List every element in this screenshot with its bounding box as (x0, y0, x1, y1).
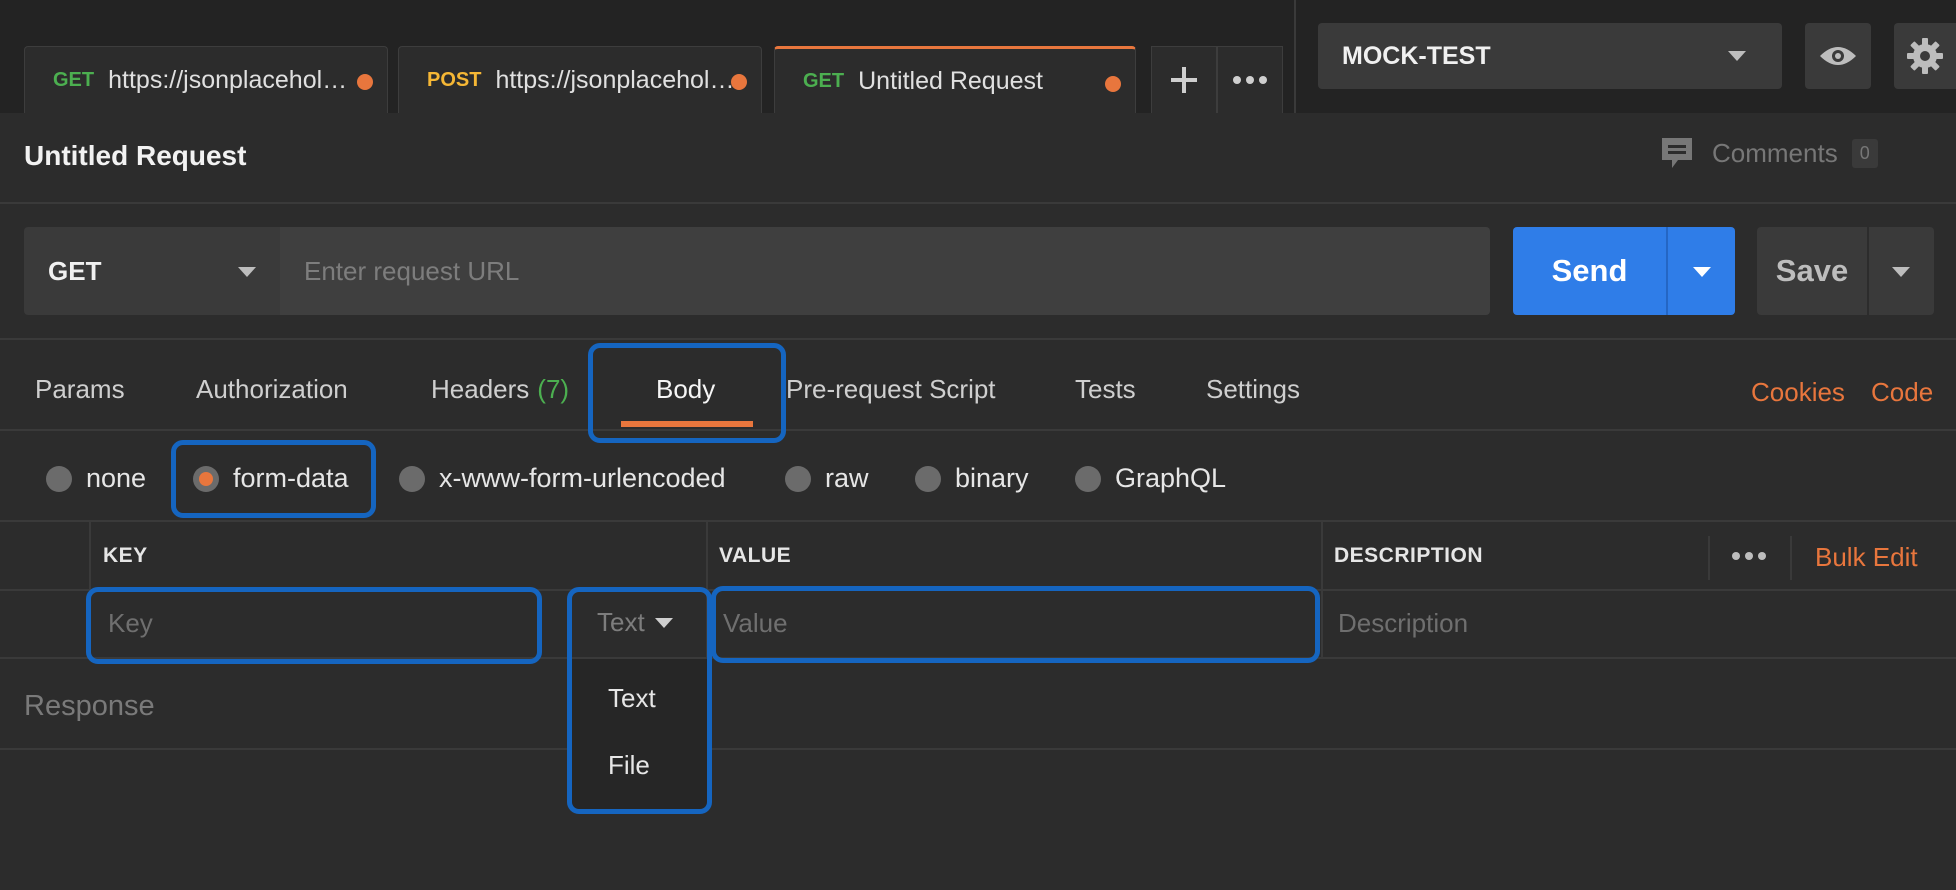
save-button[interactable]: Save (1757, 227, 1934, 315)
comments-label: Comments (1712, 137, 1838, 168)
dropdown-option-file[interactable]: File (608, 750, 650, 781)
column-divider (1708, 536, 1710, 580)
plus-icon (1171, 67, 1197, 93)
bulk-edit-link[interactable]: Bulk Edit (1815, 542, 1918, 573)
divider (0, 657, 1956, 659)
more-horizontal-icon (1732, 552, 1766, 560)
request-tab-3-active[interactable]: GET Untitled Request (774, 46, 1136, 113)
radio-graphql[interactable]: GraphQL (1075, 463, 1226, 494)
radio-label: none (86, 463, 147, 493)
unsaved-dot-icon (1105, 76, 1121, 92)
column-header-description: DESCRIPTION (1334, 544, 1484, 567)
radio-circle[interactable] (785, 465, 811, 492)
radio-circle[interactable] (915, 465, 941, 492)
tab-settings[interactable]: Settings (1206, 374, 1300, 405)
radio-label: GraphQL (1115, 463, 1227, 493)
divider (0, 338, 1956, 340)
tab-options-button[interactable] (1217, 46, 1283, 113)
radio-none[interactable]: none (46, 463, 146, 494)
tab-method: POST (427, 68, 482, 91)
url-input[interactable] (280, 227, 1490, 315)
divider (1666, 227, 1668, 315)
tab-tests[interactable]: Tests (1075, 374, 1136, 405)
code-link[interactable]: Code (1871, 377, 1933, 408)
send-button[interactable]: Send (1513, 227, 1735, 315)
active-tab-indicator (621, 421, 753, 427)
key-type-selected-label: Text (597, 607, 645, 637)
headers-count: (7) (537, 374, 570, 404)
radio-label: form-data (233, 463, 349, 493)
key-input[interactable] (108, 603, 528, 643)
description-input[interactable] (1338, 603, 1898, 643)
tab-authorization[interactable]: Authorization (196, 374, 348, 405)
unsaved-dot-icon (357, 74, 373, 90)
more-horizontal-icon (1233, 76, 1267, 84)
comments-count-badge: 0 (1851, 138, 1878, 168)
radio-label: x-www-form-urlencoded (439, 463, 726, 493)
tab-label: https://jsonplaceholder.typicode.com/pos… (108, 65, 358, 94)
tab-label: Untitled Request (858, 66, 1043, 95)
divider (0, 202, 1956, 204)
new-tab-button[interactable] (1151, 46, 1217, 113)
tab-body[interactable]: Body (656, 374, 715, 405)
unsaved-dot-icon (731, 74, 747, 90)
chevron-down-icon (1728, 51, 1746, 61)
environment-settings-button[interactable] (1894, 23, 1956, 89)
top-bar: GET https://jsonplaceholder.typicode.com… (0, 0, 1956, 113)
request-tab-2[interactable]: POST https://jsonplaceholder.typicode.co… (398, 46, 762, 113)
column-options-button[interactable] (1731, 548, 1767, 566)
radio-circle[interactable] (399, 465, 425, 492)
column-header-value: VALUE (719, 544, 792, 567)
comment-icon (1662, 138, 1692, 168)
tab-prerequest-script[interactable]: Pre-request Script (786, 374, 996, 405)
radio-x-www-form-urlencoded[interactable]: x-www-form-urlencoded (399, 463, 726, 494)
radio-circle-selected[interactable] (193, 465, 219, 492)
divider (0, 429, 1956, 431)
environment-quick-look-button[interactable] (1805, 23, 1871, 89)
send-label: Send (1551, 253, 1628, 288)
tab-headers[interactable]: Headers (7) (431, 374, 569, 405)
divider (0, 589, 1956, 591)
value-input[interactable] (723, 603, 1303, 643)
divider (0, 520, 1956, 522)
chevron-down-icon (654, 617, 673, 628)
eye-icon (1820, 47, 1856, 65)
dropdown-option-text[interactable]: Text (608, 683, 656, 714)
response-label: Response (24, 690, 155, 722)
column-divider (1790, 536, 1792, 580)
key-type-select[interactable]: Text (597, 607, 673, 638)
divider (0, 748, 1956, 750)
key-type-dropdown: Text File (572, 659, 707, 809)
cookies-link[interactable]: Cookies (1751, 377, 1845, 408)
radio-label: raw (825, 463, 869, 493)
tab-headers-label: Headers (431, 374, 530, 404)
divider (1867, 227, 1869, 315)
request-title[interactable]: Untitled Request (24, 140, 246, 172)
environment-selected-label: MOCK-TEST (1342, 41, 1491, 70)
tab-params[interactable]: Params (35, 374, 125, 405)
comments-button[interactable]: Comments 0 (1660, 136, 1878, 170)
chevron-down-icon[interactable] (1693, 267, 1711, 277)
gear-icon (1907, 38, 1943, 74)
request-tab-1[interactable]: GET https://jsonplaceholder.typicode.com… (24, 46, 388, 113)
method-selected-label: GET (48, 255, 102, 286)
environment-select[interactable]: MOCK-TEST (1318, 23, 1782, 89)
tab-method: GET (803, 69, 845, 92)
radio-form-data[interactable]: form-data (193, 463, 349, 494)
radio-raw[interactable]: raw (785, 463, 869, 494)
radio-binary[interactable]: binary (915, 463, 1029, 494)
radio-circle[interactable] (1075, 465, 1101, 492)
tab-label: https://jsonplaceholder.typicode.com/pos… (495, 65, 745, 94)
tab-method: GET (53, 68, 95, 91)
chevron-down-icon (238, 267, 256, 277)
radio-label: binary (955, 463, 1029, 493)
method-select[interactable]: GET (24, 227, 280, 315)
radio-circle[interactable] (46, 465, 72, 492)
column-header-key: KEY (103, 544, 148, 567)
save-label: Save (1775, 253, 1849, 288)
chevron-down-icon[interactable] (1892, 267, 1910, 277)
divider (1294, 0, 1296, 113)
